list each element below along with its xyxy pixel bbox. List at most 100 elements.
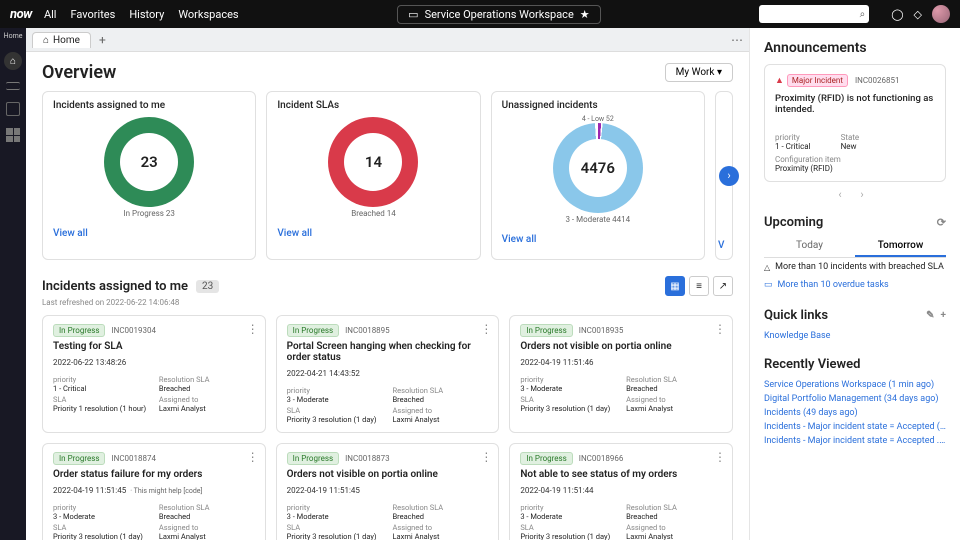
recent-item[interactable]: Service Operations Workspace (1 min ago) — [764, 378, 946, 392]
rail-home-label: Home — [4, 32, 23, 40]
tab-bar: ⌂ Home + ⋯ — [26, 28, 749, 52]
state-badge: In Progress — [287, 324, 339, 337]
incident-number: INC0018873 — [345, 454, 390, 463]
logo: now — [10, 7, 32, 22]
overview-cards: Incidents assigned to me 23 In Progress … — [42, 91, 733, 260]
window-icon: ▭ — [408, 8, 418, 21]
recent-item[interactable]: Digital Portfolio Management (34 days ag… — [764, 392, 946, 406]
view-grid-button[interactable]: ▦ — [665, 276, 685, 296]
viewall-link[interactable]: View all — [502, 234, 537, 245]
tab-overflow-icon[interactable]: ⋯ — [731, 33, 743, 47]
state-badge: In Progress — [53, 452, 105, 465]
workspace-name: Service Operations Workspace — [425, 8, 574, 21]
announcement-pager[interactable]: ‹ › — [764, 188, 946, 201]
count-badge: 23 — [196, 280, 219, 293]
incident-title: Not able to see status of my orders — [520, 469, 722, 480]
tab-today[interactable]: Today — [764, 236, 855, 257]
quicklinks-title: Quick links — [764, 308, 828, 323]
section-title: Incidents assigned to me — [42, 279, 188, 294]
recently-viewed-title: Recently Viewed — [764, 357, 946, 372]
upcoming-item-link[interactable]: ▭More than 10 overdue tasks — [764, 276, 946, 294]
rail-home-icon[interactable]: ⌂ — [4, 52, 22, 70]
left-rail: Home ⌂ — [0, 28, 26, 540]
viewall-link[interactable]: View all — [277, 228, 312, 239]
state-badge: In Progress — [520, 452, 572, 465]
state-badge: In Progress — [520, 324, 572, 337]
recent-item[interactable]: Incidents - Major incident state = Accep… — [764, 434, 946, 448]
incident-number: INC0018874 — [111, 454, 156, 463]
card-assigned-to-me[interactable]: Incidents assigned to me 23 In Progress … — [42, 91, 256, 260]
quicklink-item[interactable]: Knowledge Base — [764, 329, 946, 343]
tab-add-button[interactable]: + — [99, 33, 106, 47]
major-incident-badge: Major Incident — [787, 74, 848, 87]
kebab-icon[interactable]: ⋮ — [714, 322, 726, 336]
incident-title: Portal Screen hanging when checking for … — [287, 341, 489, 363]
card-incident-slas[interactable]: Incident SLAs 14 Breached 14 View all — [266, 91, 480, 260]
rail-inbox-icon[interactable] — [6, 102, 20, 116]
rail-list-icon[interactable] — [6, 82, 20, 90]
nav-history[interactable]: History — [129, 8, 164, 21]
rail-grid-icon[interactable] — [6, 128, 20, 142]
global-search[interactable]: ⌕ — [759, 5, 869, 23]
viewall-link[interactable]: View all — [53, 228, 88, 239]
nav-all[interactable]: All — [44, 8, 57, 21]
add-icon[interactable]: + — [941, 310, 947, 321]
view-list-button[interactable]: ≡ — [689, 276, 709, 296]
tab-tomorrow[interactable]: Tomorrow — [855, 236, 946, 257]
edit-icon[interactable]: ✎ — [926, 310, 934, 321]
recent-item[interactable]: Incidents (49 days ago) — [764, 406, 946, 420]
incident-title: Orders not visible on portia online — [287, 469, 489, 480]
incident-card[interactable]: In ProgressINC0019304⋮Testing for SLA202… — [42, 315, 266, 433]
notification-icon[interactable]: ◇ — [914, 8, 922, 21]
tab-home[interactable]: ⌂ Home — [32, 32, 91, 48]
page-title: Overview — [42, 62, 116, 83]
incident-card[interactable]: In Progress INC0018873 ⋮ Orders not visible… — [276, 443, 500, 540]
top-bar: now All Favorites History Workspaces ▭ S… — [0, 0, 960, 28]
incident-timestamp: 2022-04-19 11:51:44 — [520, 486, 722, 495]
nav-workspaces[interactable]: Workspaces — [178, 8, 238, 21]
announcements-title: Announcements — [764, 40, 946, 56]
incident-timestamp: 2022-04-21 14:43:52 — [287, 369, 489, 378]
kebab-icon[interactable]: ⋮ — [247, 450, 259, 464]
nav-favorites[interactable]: Favorites — [70, 8, 115, 21]
upcoming-title: Upcoming — [764, 215, 823, 230]
incident-card[interactable]: In Progress INC0018895 ⋮ Portal Screen hang… — [276, 315, 500, 433]
announcement-text: Proximity (RFID) is not functioning as i… — [775, 93, 935, 115]
state-badge: In Progress — [287, 452, 339, 465]
incident-number: INC0018895 — [345, 326, 390, 335]
avatar[interactable] — [932, 5, 950, 23]
kebab-icon[interactable]: ⋮ — [480, 450, 492, 464]
kebab-icon[interactable]: ⋮ — [247, 322, 259, 336]
right-panel: Announcements ▲ Major Incident INC002685… — [750, 28, 960, 540]
card-unassigned[interactable]: Unassigned incidents 4 - Low 52 4476 3 -… — [491, 91, 705, 260]
top-nav: All Favorites History Workspaces — [44, 8, 239, 21]
open-external-button[interactable]: ↗ — [713, 276, 733, 296]
help-icon[interactable]: ◯ — [891, 8, 903, 21]
warning-icon: △ — [764, 263, 770, 272]
state-badge: In Progress — [53, 324, 105, 337]
kebab-icon[interactable]: ⋮ — [714, 450, 726, 464]
incident-title: Orders not visible on portia online — [520, 341, 722, 352]
incident-number: INC0019304 — [111, 326, 156, 335]
last-refreshed: Last refreshed on 2022-06-22 14:06:48 — [42, 298, 733, 307]
announcement-number: INC0026851 — [855, 76, 900, 85]
alert-icon: ▲ — [775, 75, 784, 86]
incident-number: INC0018966 — [579, 454, 624, 463]
incident-title: Order status failure for my orders — [53, 469, 255, 480]
home-icon: ⌂ — [43, 35, 49, 46]
incident-card[interactable]: In Progress INC0018935 ⋮ Orders not visible… — [509, 315, 733, 433]
kebab-icon[interactable]: ⋮ — [480, 322, 492, 336]
upcoming-item: △More than 10 incidents with breached SL… — [764, 258, 946, 276]
incident-number: INC0018935 — [579, 326, 624, 335]
mywork-dropdown[interactable]: My Work ▾ — [665, 63, 733, 82]
incident-card[interactable]: In Progress INC0018966 ⋮ Not able to see st… — [509, 443, 733, 540]
recent-item[interactable]: Incidents - Major incident state = Accep… — [764, 420, 946, 434]
incident-timestamp: 2022-04-19 11:51:46 — [520, 358, 722, 367]
doc-icon: ▭ — [764, 280, 773, 290]
refresh-icon[interactable]: ⟳ — [937, 216, 946, 229]
workspace-selector[interactable]: ▭ Service Operations Workspace ★ — [397, 5, 601, 24]
star-icon[interactable]: ★ — [580, 8, 590, 21]
announcement-card[interactable]: ▲ Major Incident INC0026851 Proximity (R… — [764, 64, 946, 182]
cards-next-arrow[interactable]: › — [719, 166, 739, 186]
incident-card[interactable]: In Progress INC0018874 ⋮ Order status failu… — [42, 443, 266, 540]
